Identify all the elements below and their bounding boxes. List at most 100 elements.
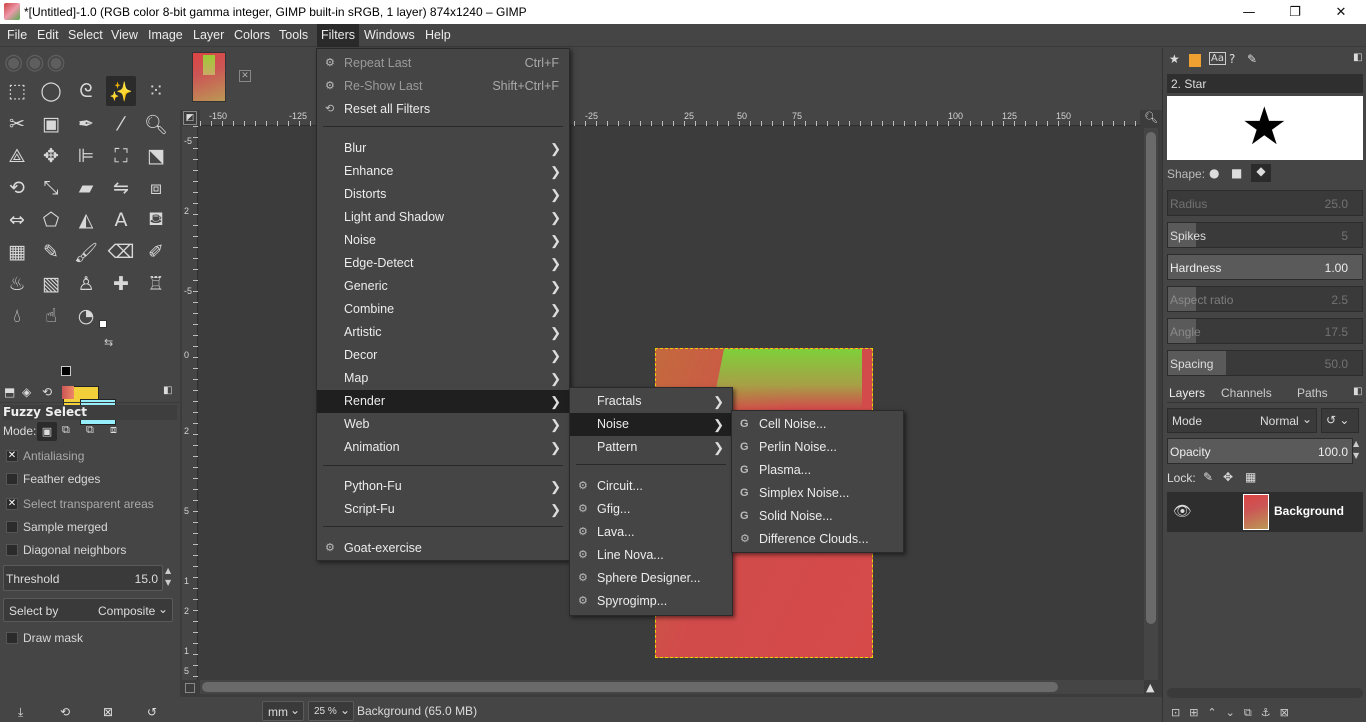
- menu-filters[interactable]: Filters: [317, 24, 360, 47]
- menu-item-artistic[interactable]: Artistic ❯: [317, 321, 569, 344]
- quick-mask-icon[interactable]: ◩: [183, 111, 197, 125]
- shape-square-icon[interactable]: ■: [1231, 166, 1242, 180]
- tab-layers[interactable]: Layers: [1169, 386, 1205, 400]
- image-thumbnail[interactable]: [192, 52, 226, 102]
- layer-row-background[interactable]: 👁︎ Background: [1167, 492, 1363, 532]
- menu-item-noise-render[interactable]: Noise ❯: [570, 413, 732, 436]
- swap-colors-icon[interactable]: ⇆: [104, 336, 113, 349]
- maximize-button[interactable]: ❐: [1272, 0, 1318, 24]
- shape-circle-icon[interactable]: ●: [1209, 166, 1219, 180]
- text-icon[interactable]: A: [106, 205, 136, 235]
- menu-item-generic[interactable]: Generic ❯: [317, 275, 569, 298]
- brush-name[interactable]: 2. Star: [1167, 74, 1363, 93]
- gradient-icon[interactable]: ▦: [2, 237, 32, 267]
- menu-item-repeat-last[interactable]: ⚙ Repeat Last Ctrl+F: [317, 52, 569, 75]
- shape-diamond-icon[interactable]: ◆: [1251, 164, 1271, 182]
- layer-actions-icons[interactable]: ⊡⊞⌃⌄⧉⚓⊠: [1171, 706, 1361, 720]
- opacity-spin-icon[interactable]: ▲ ▼: [1353, 438, 1359, 462]
- menu-item-solid-noise[interactable]: G Solid Noise...: [732, 505, 903, 528]
- lock-pixels-icon[interactable]: ✎: [1203, 470, 1213, 484]
- rect-select-icon[interactable]: ⬚: [2, 76, 32, 106]
- undo-history-tab-icon[interactable]: ⟲: [42, 385, 52, 399]
- paths-icon[interactable]: ✒: [71, 109, 101, 139]
- save-options-icon[interactable]: ⤓: [18, 705, 23, 720]
- help-tab-icon[interactable]: ?: [1229, 52, 1235, 66]
- hardness-slider[interactable]: Hardness 1.00: [1167, 254, 1363, 280]
- unified-transform-icon[interactable]: ⬔: [141, 141, 171, 171]
- 3d-transform-icon[interactable]: ⧈: [141, 173, 171, 203]
- fuzzy-select-icon[interactable]: ✨: [106, 76, 136, 106]
- default-colors-icon[interactable]: [61, 366, 71, 376]
- dodge-burn-icon[interactable]: ◔: [71, 301, 101, 331]
- delete-options-icon[interactable]: ⊠: [103, 705, 113, 719]
- menu-item-spyrogimp[interactable]: ⚙ Spyrogimp...: [570, 590, 732, 613]
- tab-channels[interactable]: Channels: [1221, 386, 1272, 400]
- foreground-select-icon[interactable]: ▣: [36, 109, 66, 139]
- images-tab-icon[interactable]: [62, 386, 74, 399]
- paintbrush-icon[interactable]: 🖌︎: [71, 237, 101, 267]
- zoom-icon[interactable]: 🔍︎: [141, 109, 171, 139]
- heal-icon[interactable]: ✚: [106, 269, 136, 299]
- menu-item-simplex-noise[interactable]: G Simplex Noise...: [732, 482, 903, 505]
- menu-item-lava[interactable]: ⚙ Lava...: [570, 521, 732, 544]
- diagonal-neighbors-checkbox[interactable]: [6, 544, 18, 556]
- mode-intersect-icon[interactable]: ⧈: [110, 423, 117, 437]
- horizontal-scrollbar[interactable]: [200, 680, 1144, 694]
- airbrush-icon[interactable]: ✐: [141, 237, 171, 267]
- menu-item-perlin-noise[interactable]: G Perlin Noise...: [732, 436, 903, 459]
- close-image-icon[interactable]: ✕: [239, 70, 251, 82]
- brushes-tab-icon[interactable]: ★: [1169, 52, 1180, 66]
- select-transparent-option[interactable]: ✕ Select transparent areas: [6, 497, 154, 511]
- cage-transform-icon[interactable]: ⬠: [36, 205, 66, 235]
- paint-bucket-icon[interactable]: ⛾: [141, 205, 171, 235]
- vertical-scrollbar[interactable]: [1144, 128, 1158, 680]
- menu-tools[interactable]: Tools: [279, 28, 308, 42]
- mode-subtract-icon[interactable]: ⧉: [86, 423, 94, 437]
- menu-item-animation[interactable]: Animation ❯: [317, 436, 569, 459]
- blur-icon[interactable]: 💧︎: [2, 301, 32, 331]
- free-select-icon[interactable]: ᘓ: [71, 76, 101, 106]
- menu-select[interactable]: Select: [68, 28, 103, 42]
- flip-icon[interactable]: ⇋: [106, 173, 136, 203]
- opacity-slider[interactable]: Opacity 100.0: [1167, 438, 1353, 464]
- vertical-scroll-thumb[interactable]: [1146, 132, 1156, 624]
- reset-options-icon[interactable]: ↺: [147, 705, 157, 719]
- measure-icon[interactable]: ⟁: [2, 141, 32, 171]
- vertical-ruler[interactable]: -5 2 -5 0 2 5 1 2 1 5: [182, 126, 198, 680]
- menu-item-combine[interactable]: Combine ❯: [317, 298, 569, 321]
- menu-item-render[interactable]: Render ❯: [317, 390, 569, 413]
- spikes-slider[interactable]: Spikes 5: [1167, 222, 1363, 248]
- angle-slider[interactable]: Angle 17.5: [1167, 318, 1363, 344]
- configure-tab-icon[interactable]: ◧: [163, 385, 172, 396]
- shear-icon[interactable]: ▰: [71, 173, 101, 203]
- sample-merged-checkbox[interactable]: [6, 521, 18, 533]
- brush-editor-tab-icon[interactable]: ✎: [1247, 52, 1257, 66]
- menu-layer[interactable]: Layer: [193, 28, 224, 42]
- menu-item-plasma[interactable]: G Plasma...: [732, 459, 903, 482]
- menu-item-map[interactable]: Map ❯: [317, 367, 569, 390]
- sample-merged-option[interactable]: Sample merged: [6, 520, 108, 534]
- menu-colors[interactable]: Colors: [234, 28, 270, 42]
- menu-item-reset-all-filters[interactable]: ⟲ Reset all Filters: [317, 98, 569, 121]
- menu-item-circuit[interactable]: ⚙ Circuit...: [570, 475, 732, 498]
- patterns-tab-icon[interactable]: [1189, 54, 1201, 67]
- draw-mask-option[interactable]: Draw mask: [6, 631, 83, 645]
- menu-windows[interactable]: Windows: [364, 28, 415, 42]
- menu-item-web[interactable]: Web ❯: [317, 413, 569, 436]
- navigate-corner-icon[interactable]: ▲: [1146, 681, 1154, 694]
- menu-item-reshow-last[interactable]: ⚙ Re-Show Last Shift+Ctrl+F: [317, 75, 569, 98]
- feather-edges-option[interactable]: Feather edges: [6, 472, 100, 486]
- zoom-to-fit-icon[interactable]: 🔍︎: [1144, 111, 1158, 125]
- color-picker-icon[interactable]: ⁄: [106, 109, 136, 139]
- mode-replace-icon[interactable]: ▣: [37, 422, 57, 441]
- menu-item-gfig[interactable]: ⚙ Gfig...: [570, 498, 732, 521]
- zoom-dropdown[interactable]: 25 % ⌄: [308, 701, 354, 721]
- threshold-spin-icon[interactable]: ▲ ▼: [165, 565, 171, 589]
- menu-edit[interactable]: Edit: [37, 28, 59, 42]
- menu-item-pattern[interactable]: Pattern ❯: [570, 436, 732, 459]
- clone-icon[interactable]: ♙: [71, 269, 101, 299]
- aspect-ratio-slider[interactable]: Aspect ratio 2.5: [1167, 286, 1363, 312]
- eraser-icon[interactable]: ⌫: [106, 237, 136, 267]
- menu-item-script-fu[interactable]: Script-Fu ❯: [317, 498, 569, 521]
- layer-mode-switch[interactable]: ↺ ⌄: [1321, 408, 1359, 433]
